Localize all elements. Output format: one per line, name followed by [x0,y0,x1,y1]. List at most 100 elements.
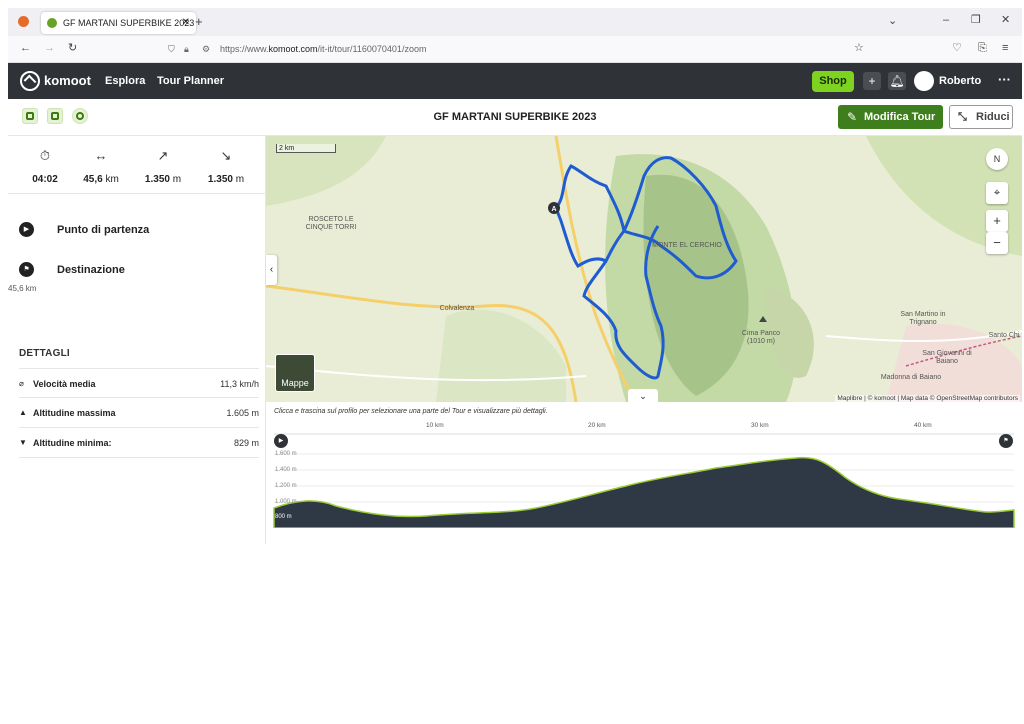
map-label: San Giovanni di Baiano [922,350,972,366]
restore-icon[interactable]: ❐ [971,15,981,26]
zoom-in-icon[interactable]: + [986,210,1008,232]
locate-icon[interactable]: ⌖ [986,182,1008,204]
stopwatch-icon: ⏱ [39,148,51,163]
plus-icon[interactable]: + [863,72,881,90]
back-icon[interactable]: ← [20,43,31,54]
pencil-icon: ✎ [847,110,858,124]
zoom-out-icon[interactable]: − [986,232,1008,254]
map-label: Colvalenza [439,305,475,312]
komoot-favicon-icon [47,18,57,28]
minimize-icon[interactable]: – [943,15,949,26]
detail-value: 829 m [233,438,259,448]
url-prefix: https://www. [220,44,269,54]
details-heading: DETTAGLI [19,348,70,359]
end-distance: 45,6 km [8,284,37,293]
reduce-button[interactable]: ⤡ Riduci [949,105,1013,129]
tour-title-bar: GF MARTANI SUPERBIKE 2023 ✎ Modifica Tou… [8,99,1022,136]
map-layers-button[interactable]: Mappe [275,354,315,392]
url-bar[interactable]: ⛉ 🔒︎ ⚙ https://www.komoot.com/it-it/tour… [158,40,878,59]
url-path: /it-it/tour/1160070401/zoom [317,44,427,54]
chevron-left-icon[interactable]: ‹ [266,255,277,285]
extensions-icon[interactable]: ⎘ [978,43,987,54]
detail-row: ▲ Altitudine massima 1.605 m [19,398,259,428]
stat-value: 1.350 [207,174,233,185]
shield-icon: ⛉ [168,44,175,54]
profile-start-icon: ▶ [274,434,288,448]
map-label: San Martino in Trignano [900,311,946,327]
profile-end-icon: ⚑ [999,434,1013,448]
detail-row: ⌀ Velocità media 11,3 km/h [19,368,259,398]
tour-map[interactable]: A 2 km ROSCETO LE CINQUE TORRI MONTE EL … [266,136,1022,402]
user-name[interactable]: Roberto [939,75,981,87]
reload-icon[interactable]: ↻ [68,43,77,54]
brand-name[interactable]: komoot [44,73,91,88]
detail-row: ▼ Altitudine minima: 829 m [19,428,259,458]
play-icon: ▶ [19,222,34,237]
detail-label: Velocità media [33,379,96,389]
y-tick: 1.200 m [275,483,297,489]
chevron-down-icon[interactable]: ⌄ [628,389,658,403]
browser-tab-title: GF MARTANI SUPERBIKE 2023 [63,18,195,28]
y-tick: 1.600 m [275,451,297,457]
y-tick: 1.400 m [275,467,297,473]
stat-ascent: ↗ 1.350 m [133,148,193,185]
compass-icon[interactable]: N [986,148,1008,170]
divider [8,193,266,194]
map-attribution: Maplibre | © komoot | Map data © OpenStr… [835,395,1020,402]
profile-chart [273,433,1015,528]
nav-esplora[interactable]: Esplora [105,75,145,87]
edit-tour-button[interactable]: ✎ Modifica Tour [838,105,943,129]
tab-list-icon[interactable]: ⌄ [888,16,897,27]
permissions-icon: ⚙ [202,44,211,54]
ascent-icon: ↗ [157,148,169,163]
collapse-icon: ⤡ [958,111,967,123]
waypoint-start[interactable]: ▶ Punto di partenza [19,222,259,238]
browser-tab-strip: GF MARTANI SUPERBIKE 2023 ✕ + ⌄ – ❐ ✕ [8,8,1022,36]
close-window-icon[interactable]: ✕ [1001,15,1010,26]
min-altitude-icon: ▼ [19,438,27,447]
menu-icon[interactable]: ≡ [1002,43,1008,54]
svg-text:A: A [551,206,556,213]
bookmark-star-icon[interactable]: ☆ [854,43,864,54]
profile-hint: Clicca e trascina sul profilo per selezi… [274,408,548,415]
map-label: Santo Chi [988,332,1020,339]
reduce-label: Riduci [976,111,1010,123]
waypoint-end[interactable]: ⚑ Destinazione [19,262,259,278]
browser-tab[interactable]: GF MARTANI SUPERBIKE 2023 ✕ [41,12,196,34]
stat-value: 04:02 [32,174,58,185]
map-label: Madonna di Baiano [880,374,942,381]
map-label: MONTE EL CERCHIO [652,242,722,249]
stat-unit: km [105,174,119,185]
waypoint-label: Destinazione [57,264,125,276]
elevation-profile[interactable]: Clicca e trascina sul profilo per selezi… [266,402,1022,544]
shop-button[interactable]: Shop [812,71,854,92]
detail-value: 11,3 km/h [220,379,259,389]
stat-value: 45,6 [83,174,103,185]
max-altitude-icon: ▲ [19,408,27,417]
stat-unit: m [235,174,245,185]
url-domain: komoot.com [268,44,318,54]
lock-icon: 🔒︎ [184,44,189,54]
more-options-icon[interactable]: ··· [998,72,1011,87]
y-tick: 1.000 m [275,499,297,505]
pocket-icon[interactable]: ♡ [952,43,962,54]
stat-descent: ↘ 1.350 m [196,148,256,185]
map-canvas: A [266,136,1022,402]
close-tab-icon[interactable]: ✕ [182,12,190,34]
stat-duration: ⏱ 04:02 [15,148,75,185]
detail-label: Altitudine minima: [33,438,112,448]
compass-label: N [993,154,1001,164]
map-label: Cima Panco (1010 m) [741,330,781,346]
browser-toolbar: ← → ↻ ⛉ 🔒︎ ⚙ https://www.komoot.com/it-i… [8,36,1022,63]
edit-tour-label: Modifica Tour [864,111,936,123]
speed-icon: ⌀ [19,379,24,388]
detail-label: Altitudine massima [33,408,116,418]
bell-icon[interactable]: 🔔︎ [888,72,906,90]
new-tab-icon[interactable]: + [195,15,203,28]
avatar[interactable] [914,71,934,91]
komoot-logo-icon[interactable] [20,71,40,91]
descent-icon: ↘ [220,148,232,163]
nav-tour-planner[interactable]: Tour Planner [157,75,224,87]
forward-icon[interactable]: → [44,43,55,54]
stat-unit: m [172,174,182,185]
